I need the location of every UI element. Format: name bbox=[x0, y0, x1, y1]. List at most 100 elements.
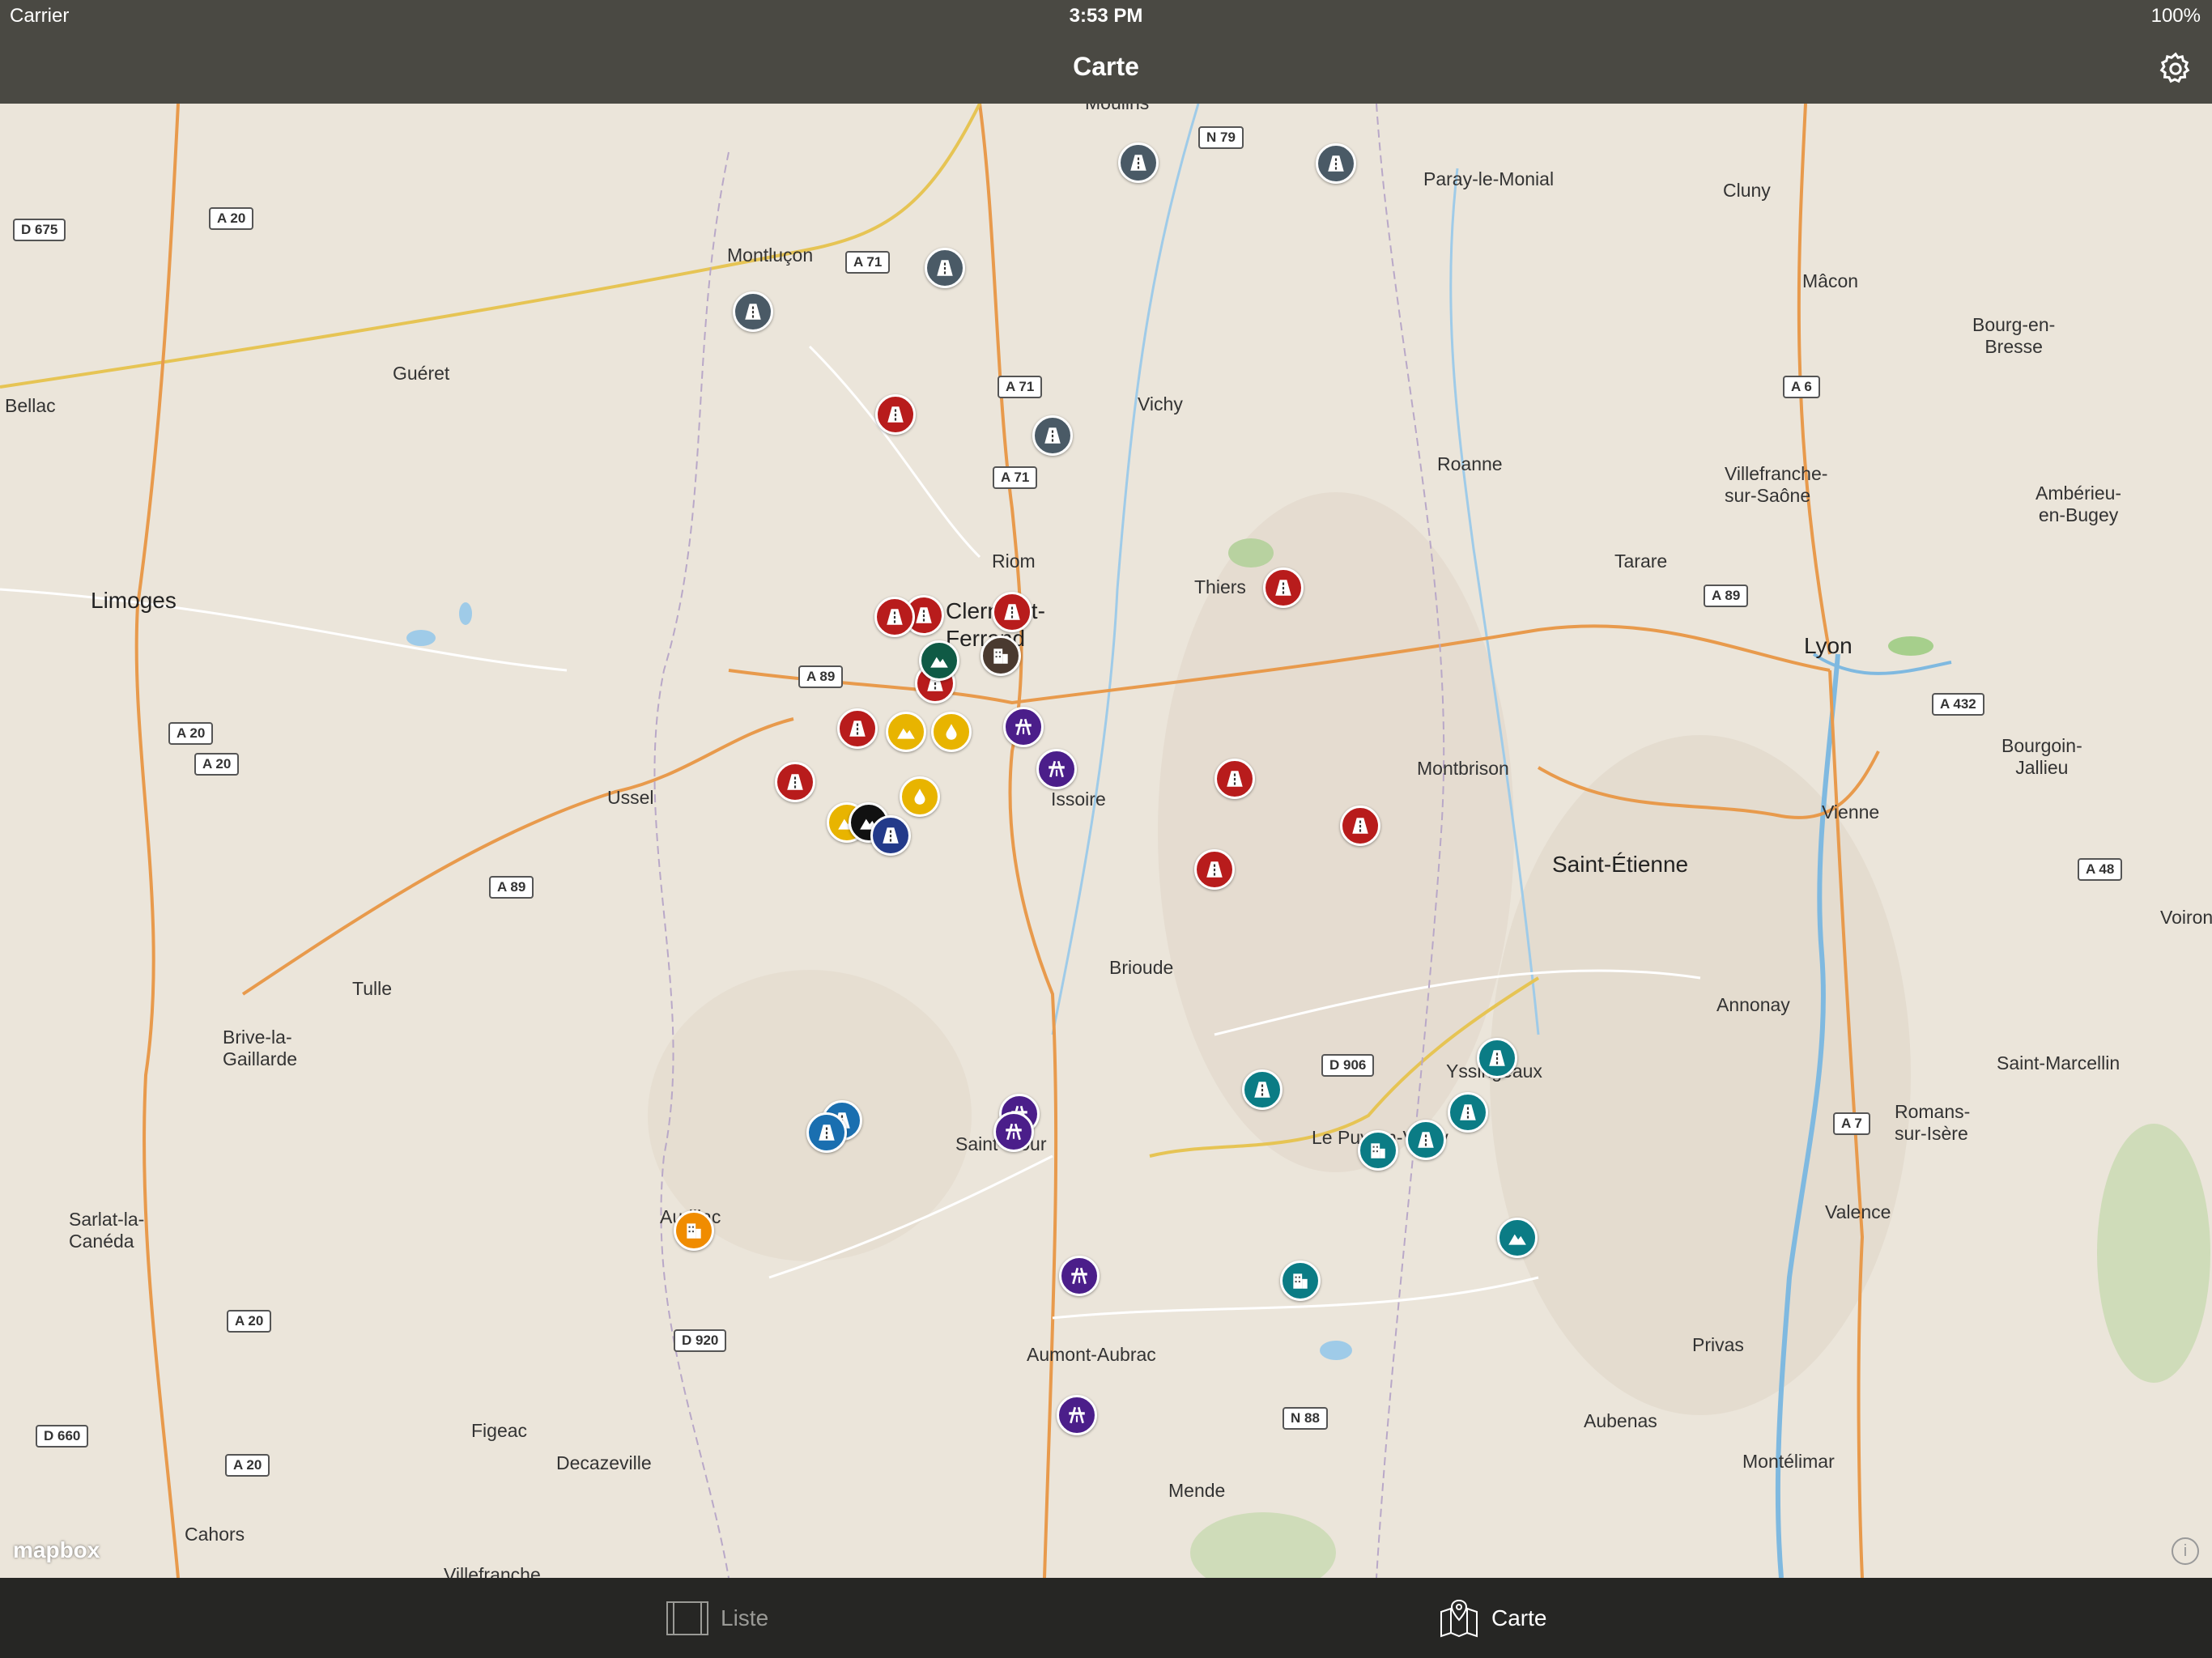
map-marker-building[interactable] bbox=[674, 1210, 714, 1251]
highway-icon bbox=[1013, 716, 1034, 738]
road-icon bbox=[913, 605, 934, 626]
city-vichy: Vichy bbox=[1138, 393, 1183, 414]
map-marker-highway[interactable] bbox=[1057, 1395, 1097, 1435]
map-icon bbox=[1440, 1599, 1478, 1637]
road-icon bbox=[1325, 153, 1346, 174]
map-marker-highway[interactable] bbox=[1059, 1256, 1100, 1296]
road-shield: A 20 bbox=[194, 753, 240, 776]
city-montlucon: Montluçon bbox=[727, 244, 814, 266]
map-marker-road[interactable] bbox=[775, 762, 815, 802]
mapbox-attribution: mapbox bbox=[13, 1537, 100, 1562]
highway-icon bbox=[1046, 759, 1067, 780]
road-icon bbox=[884, 606, 905, 627]
road-shield: A 89 bbox=[489, 876, 534, 899]
map-marker-road[interactable] bbox=[1448, 1092, 1488, 1133]
drop-icon bbox=[909, 786, 930, 807]
map-marker-drop[interactable] bbox=[931, 712, 972, 752]
map-marker-mountain[interactable] bbox=[1497, 1218, 1538, 1258]
city-gueret: Guéret bbox=[393, 363, 450, 384]
city-riom: Riom bbox=[992, 551, 1036, 572]
city-tulle: Tulle bbox=[352, 978, 392, 999]
road-icon bbox=[1457, 1102, 1478, 1123]
city-ussel: Ussel bbox=[607, 787, 654, 808]
road-icon bbox=[885, 404, 906, 425]
gear-icon[interactable] bbox=[2157, 50, 2194, 87]
map-marker-road[interactable] bbox=[1118, 142, 1159, 183]
road-icon bbox=[880, 825, 901, 846]
map-marker-road[interactable] bbox=[1340, 806, 1380, 846]
map-marker-road[interactable] bbox=[1263, 568, 1304, 608]
road-shield: A 6 bbox=[1783, 376, 1820, 398]
tab-bar: Liste Carte bbox=[0, 1578, 2212, 1658]
map-marker-road[interactable] bbox=[1194, 849, 1235, 890]
city-bellac: Bellac bbox=[5, 395, 56, 416]
highway-icon bbox=[1066, 1405, 1087, 1426]
map-marker-road[interactable] bbox=[992, 592, 1032, 632]
navigation-bar: Carte bbox=[0, 34, 2212, 104]
building-icon bbox=[990, 645, 1011, 666]
map-marker-road[interactable] bbox=[870, 815, 911, 856]
map-marker-road[interactable] bbox=[1477, 1038, 1517, 1078]
city-thiers: Thiers bbox=[1194, 576, 1246, 597]
city-valence: Valence bbox=[1825, 1201, 1891, 1222]
city-romans: Romans- sur-Isère bbox=[1895, 1101, 1971, 1144]
map-marker-highway[interactable] bbox=[993, 1112, 1034, 1152]
building-icon bbox=[1368, 1140, 1389, 1161]
map-marker-road[interactable] bbox=[733, 291, 773, 332]
page-title: Carte bbox=[1073, 52, 1139, 81]
city-cahors: Cahors bbox=[185, 1524, 245, 1545]
map-marker-road[interactable] bbox=[1316, 143, 1356, 184]
mountain-icon bbox=[1507, 1227, 1528, 1248]
tab-label: Carte bbox=[1491, 1605, 1547, 1630]
drop-icon bbox=[941, 721, 962, 742]
city-montbrison: Montbrison bbox=[1417, 758, 1509, 779]
list-icon bbox=[666, 1601, 708, 1635]
road-shield: A 20 bbox=[168, 722, 214, 745]
tab-liste[interactable]: Liste bbox=[666, 1578, 768, 1658]
map-marker-road[interactable] bbox=[1214, 759, 1255, 799]
map-marker-road[interactable] bbox=[874, 597, 915, 637]
map-marker-road[interactable] bbox=[925, 248, 965, 288]
map-marker-road[interactable] bbox=[837, 708, 878, 749]
map-marker-building[interactable] bbox=[1280, 1261, 1321, 1301]
status-bar: Carrier 3:53 PM 100% bbox=[0, 0, 2212, 34]
road-icon bbox=[934, 257, 955, 278]
road-shield: A 20 bbox=[209, 207, 254, 230]
road-shield: A 48 bbox=[2078, 858, 2123, 881]
map-marker-road[interactable] bbox=[875, 394, 916, 435]
city-issoire: Issoire bbox=[1051, 789, 1106, 810]
city-figeac: Figeac bbox=[471, 1420, 528, 1441]
city-limoges: Limoges bbox=[91, 588, 177, 613]
map-marker-road[interactable] bbox=[1406, 1120, 1446, 1160]
city-brive: Brive-la- Gaillarde bbox=[223, 1027, 298, 1069]
map-view[interactable]: Montluçon Guéret Bellac Limoges Ussel Tu… bbox=[0, 104, 2212, 1578]
map-marker-road[interactable] bbox=[806, 1112, 847, 1153]
road-icon bbox=[1415, 1129, 1436, 1150]
map-marker-building[interactable] bbox=[981, 636, 1021, 676]
city-paray: Paray-le-Monial bbox=[1423, 168, 1555, 189]
map-marker-highway[interactable] bbox=[1003, 707, 1044, 747]
road-icon bbox=[816, 1122, 837, 1143]
map-marker-building[interactable] bbox=[1358, 1130, 1398, 1171]
map-marker-highway[interactable] bbox=[1036, 749, 1077, 789]
map-marker-mountain[interactable] bbox=[886, 712, 926, 752]
road-icon bbox=[1204, 859, 1225, 880]
tab-label: Liste bbox=[721, 1605, 769, 1630]
city-macon: Mâcon bbox=[1802, 270, 1859, 291]
road-shield: A 89 bbox=[1704, 585, 1749, 607]
map-marker-mountain[interactable] bbox=[919, 640, 959, 681]
highway-icon bbox=[1003, 1121, 1024, 1142]
info-icon[interactable]: i bbox=[2172, 1537, 2199, 1565]
city-annonay: Annonay bbox=[1716, 994, 1790, 1015]
map-marker-road[interactable] bbox=[1242, 1069, 1283, 1110]
city-voiron: Voiron bbox=[2160, 907, 2212, 928]
battery-level: 100% bbox=[2150, 5, 2201, 27]
city-amberieu: Ambérieu- en-Bugey bbox=[2035, 483, 2122, 525]
road-icon bbox=[1002, 602, 1023, 623]
road-icon bbox=[742, 301, 764, 322]
map-marker-drop[interactable] bbox=[900, 776, 940, 817]
highway-icon bbox=[1069, 1265, 1090, 1286]
mapbox-logo: mapbox bbox=[13, 1537, 100, 1563]
tab-carte[interactable]: Carte bbox=[1438, 1578, 1546, 1658]
map-marker-road[interactable] bbox=[1032, 415, 1073, 456]
